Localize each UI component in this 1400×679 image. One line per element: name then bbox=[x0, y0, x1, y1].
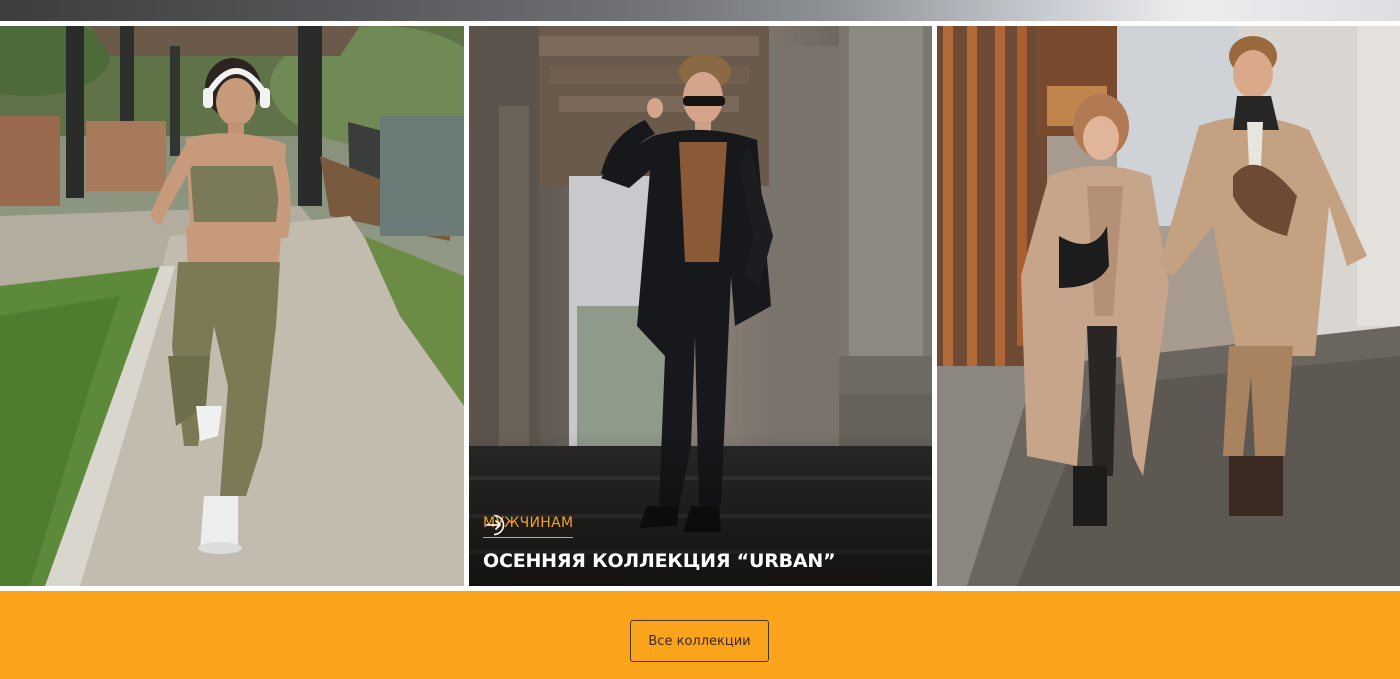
couple-walking-photo bbox=[937, 26, 1400, 586]
man-in-suit-photo bbox=[469, 26, 932, 586]
all-collections-button[interactable]: Все коллекции bbox=[630, 620, 769, 662]
enter-circle-arrow-icon[interactable] bbox=[483, 512, 509, 538]
collection-card-couple[interactable] bbox=[937, 26, 1400, 586]
collection-title[interactable]: ОСЕННЯЯ КОЛЛЕКЦИЯ “URBAN” bbox=[483, 550, 918, 572]
top-banner-strip bbox=[0, 0, 1400, 21]
cta-band: Все коллекции bbox=[0, 591, 1400, 679]
woman-jogging-photo bbox=[0, 26, 464, 586]
collections-gallery: МУЖЧИНАМ ОСЕННЯЯ КОЛЛЕКЦИЯ “URBAN” bbox=[0, 26, 1400, 586]
collection-card-sport[interactable] bbox=[0, 26, 464, 586]
collection-card-urban[interactable]: МУЖЧИНАМ ОСЕННЯЯ КОЛЛЕКЦИЯ “URBAN” bbox=[469, 26, 932, 586]
card-caption: МУЖЧИНАМ ОСЕННЯЯ КОЛЛЕКЦИЯ “URBAN” bbox=[483, 512, 918, 572]
